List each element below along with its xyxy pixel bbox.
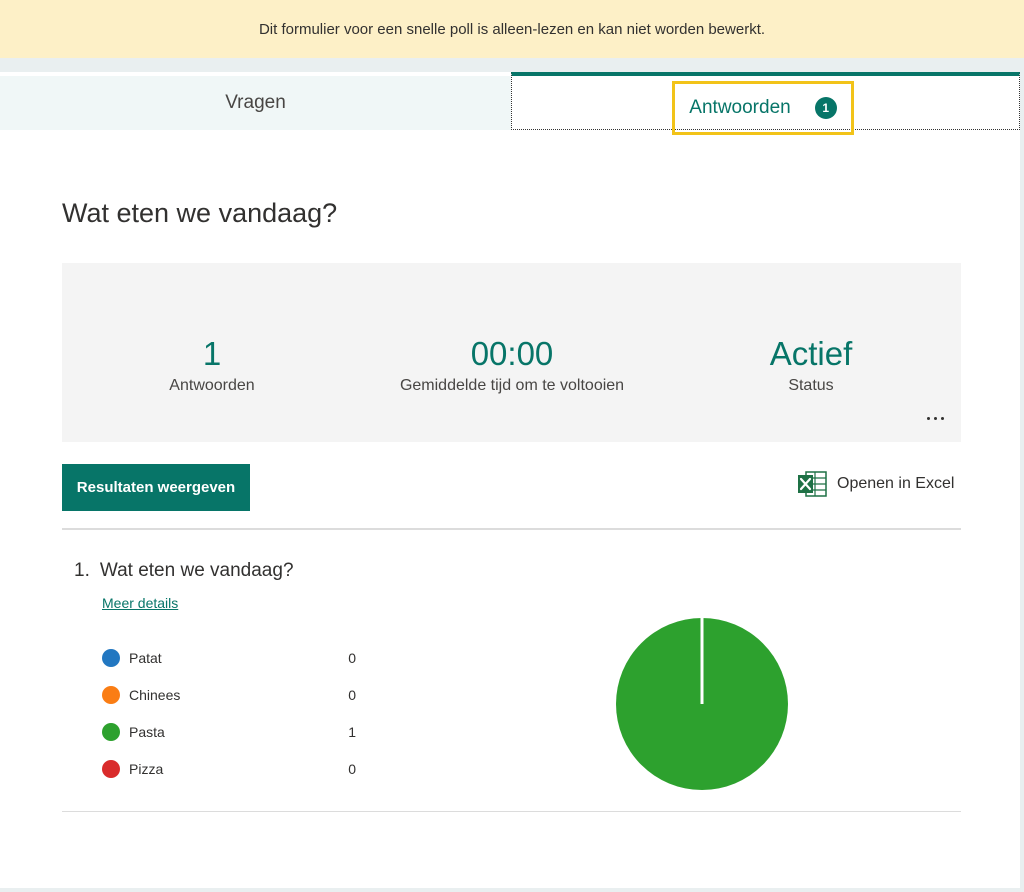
more-details-link[interactable]: Meer details — [102, 595, 178, 611]
ellipsis-dot — [940, 416, 944, 420]
tab-responses[interactable]: Antwoorden 1 — [511, 72, 1020, 135]
question-text: Wat eten we vandaag? — [99, 560, 294, 581]
results-pie-chart — [616, 618, 788, 790]
form-title: Wat eten we vandaag? — [62, 198, 338, 228]
stat-average-time: 00:00 Gemiddelde tijd om te voltooien — [362, 335, 662, 395]
form-card: Vragen Antwoorden 1 Wat eten we vandaag?… — [0, 72, 1020, 888]
stat-status-label: Status — [788, 377, 834, 394]
legend-dot-chinees — [102, 685, 120, 704]
view-results-button[interactable]: Resultaten weergeven — [62, 464, 250, 511]
answer-legend: Patat 0 Chinees 0 Pasta 1 Pizza 0 — [102, 639, 362, 787]
legend-label: Pasta — [129, 723, 165, 740]
question-number: 1. — [74, 560, 90, 581]
legend-count: 0 — [348, 686, 356, 703]
stat-responses-label: Antwoorden — [169, 377, 255, 394]
section-divider — [62, 811, 961, 812]
open-in-excel-link[interactable]: Openen in Excel — [797, 470, 954, 498]
stat-status: Actief Status — [711, 335, 911, 395]
legend-count: 0 — [348, 760, 356, 777]
stat-status-value: Actief — [769, 335, 853, 372]
response-summary: 1 Antwoorden 00:00 Gemiddelde tijd om te… — [62, 263, 961, 442]
legend-item-patat: Patat 0 — [102, 639, 362, 676]
legend-item-chinees: Chinees 0 — [102, 676, 362, 713]
legend-dot-pizza — [102, 759, 120, 778]
open-in-excel-label: Openen in Excel — [837, 475, 955, 492]
banner-text: Dit formulier voor een snelle poll is al… — [258, 20, 766, 38]
ellipsis-icon — [926, 416, 930, 420]
legend-dot-pasta — [102, 722, 120, 741]
read-only-banner: Dit formulier voor een snelle poll is al… — [0, 0, 1024, 58]
legend-label: Pizza — [129, 760, 164, 777]
more-options-button[interactable] — [920, 408, 950, 428]
ellipsis-dot — [933, 416, 937, 420]
responses-count-badge: 1 — [814, 97, 837, 119]
legend-count: 1 — [348, 723, 356, 740]
stat-responses: 1 Antwoorden — [112, 335, 312, 395]
legend-item-pasta: Pasta 1 — [102, 713, 362, 750]
excel-icon — [798, 471, 827, 497]
section-divider — [62, 528, 961, 530]
legend-dot-patat — [102, 648, 120, 667]
legend-count: 0 — [348, 649, 356, 666]
legend-label: Chinees — [129, 686, 181, 703]
stat-average-time-label: Gemiddelde tijd om te voltooien — [399, 377, 625, 394]
tab-questions-label: Vragen — [225, 92, 286, 113]
legend-item-pizza: Pizza 0 — [102, 750, 362, 787]
tab-bar: Vragen Antwoorden 1 — [0, 72, 1020, 135]
tab-responses-label: Antwoorden — [689, 97, 791, 118]
stat-average-time-value: 00:00 — [470, 335, 554, 372]
tab-questions[interactable]: Vragen — [0, 76, 511, 130]
stat-responses-value: 1 — [202, 335, 222, 372]
legend-label: Patat — [129, 649, 162, 666]
tab-responses-focus[interactable]: Antwoorden 1 — [672, 81, 854, 135]
question-title: 1. Wat eten we vandaag? — [74, 560, 294, 582]
